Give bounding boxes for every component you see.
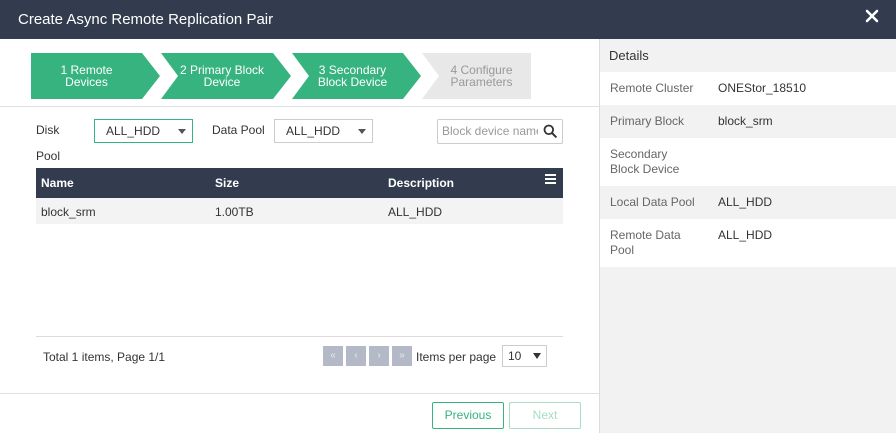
- detail-value: block_srm: [718, 114, 773, 128]
- divider: [0, 393, 599, 394]
- detail-key: Local Data Pool: [610, 195, 695, 209]
- first-page-button[interactable]: «: [323, 346, 343, 366]
- dialog-title: Create Async Remote Replication Pair: [18, 11, 274, 28]
- detail-key-line: Block Device: [610, 162, 680, 176]
- detail-row-remote-data-pool: Remote Data Pool ALL_HDD: [600, 219, 896, 267]
- step-label: Devices: [65, 75, 108, 89]
- column-menu-icon[interactable]: [545, 174, 556, 184]
- disk-pool-value: ALL_HDD: [106, 124, 161, 138]
- caret-down-icon: [533, 353, 541, 359]
- detail-key: Primary Block: [610, 114, 685, 128]
- data-pool-label: Data Pool: [212, 123, 265, 137]
- detail-key: Remote Data Pool: [610, 228, 710, 258]
- step-label: Block Device: [317, 75, 388, 89]
- table-header: Name Size Description: [36, 168, 563, 198]
- dialog-titlebar: Create Async Remote Replication Pair: [0, 0, 896, 39]
- details-heading: Details: [609, 48, 649, 63]
- detail-key-line: Pool: [610, 243, 635, 257]
- detail-value: ALL_HDD: [718, 228, 773, 242]
- prev-page-button[interactable]: ‹: [346, 346, 366, 366]
- step-notch: [161, 53, 178, 99]
- cell-size: 1.00TB: [215, 205, 254, 219]
- step-arrow: [273, 53, 291, 99]
- detail-row-local-data-pool: Local Data Pool ALL_HDD: [600, 186, 896, 219]
- detail-key-line: Secondary: [610, 147, 668, 161]
- detail-row-remote-cluster: Remote Cluster ONEStor_18510: [600, 72, 896, 105]
- wizard-main-panel: 1 Remote Devices 2 Primary Block Device 3 …: [0, 39, 599, 433]
- step-label: Parameters: [450, 75, 513, 89]
- caret-down-icon: [178, 129, 186, 134]
- table-bottom-border: [36, 336, 563, 337]
- data-pool-select[interactable]: ALL_HDD: [274, 119, 373, 143]
- last-page-button[interactable]: »: [392, 346, 412, 366]
- pagination-summary: Total 1 items, Page 1/1: [43, 350, 166, 364]
- column-header-description[interactable]: Description: [388, 176, 454, 190]
- items-per-page-select[interactable]: 10: [502, 345, 547, 367]
- details-header: Details: [600, 39, 896, 72]
- column-header-size[interactable]: Size: [215, 176, 239, 190]
- detail-key-line: Remote Data: [610, 228, 681, 242]
- search-input[interactable]: [438, 120, 538, 142]
- step-arrow: [142, 53, 160, 99]
- detail-key: Secondary Block Device: [610, 147, 710, 177]
- items-per-page-label: Items per page: [416, 350, 497, 364]
- column-header-name[interactable]: Name: [41, 176, 74, 190]
- next-button[interactable]: Next: [509, 402, 581, 429]
- close-icon[interactable]: [864, 8, 880, 24]
- data-pool-value: ALL_HDD: [286, 124, 341, 138]
- wizard-step-remote-devices: 1 Remote Devices: [31, 53, 142, 99]
- disk-pool-label-cont: Pool: [36, 149, 61, 163]
- block-device-search: [437, 119, 563, 144]
- detail-row-primary-block: Primary Block block_srm: [600, 105, 896, 138]
- detail-key: Remote Cluster: [610, 81, 694, 95]
- next-page-button[interactable]: ›: [369, 346, 389, 366]
- cell-name: block_srm: [41, 205, 96, 219]
- disk-pool-label: Disk: [36, 123, 60, 137]
- disk-pool-select[interactable]: ALL_HDD: [94, 119, 193, 143]
- items-per-page-value: 10: [508, 349, 522, 363]
- divider: [0, 106, 599, 107]
- detail-value: ONEStor_18510: [718, 81, 807, 95]
- step-arrow: [403, 53, 421, 99]
- search-icon[interactable]: [543, 124, 557, 138]
- detail-value: ALL_HDD: [718, 195, 773, 209]
- step-notch: [292, 53, 309, 99]
- cell-description: ALL_HDD: [388, 205, 443, 219]
- detail-row-secondary-block-device: Secondary Block Device: [600, 138, 896, 186]
- previous-button[interactable]: Previous: [432, 402, 504, 429]
- step-notch: [422, 53, 439, 99]
- table-row[interactable]: block_srm 1.00TB ALL_HDD: [36, 198, 563, 224]
- step-label: Device: [203, 75, 241, 89]
- caret-down-icon: [358, 129, 366, 134]
- details-panel: Details Remote Cluster ONEStor_18510 Pri…: [599, 39, 896, 433]
